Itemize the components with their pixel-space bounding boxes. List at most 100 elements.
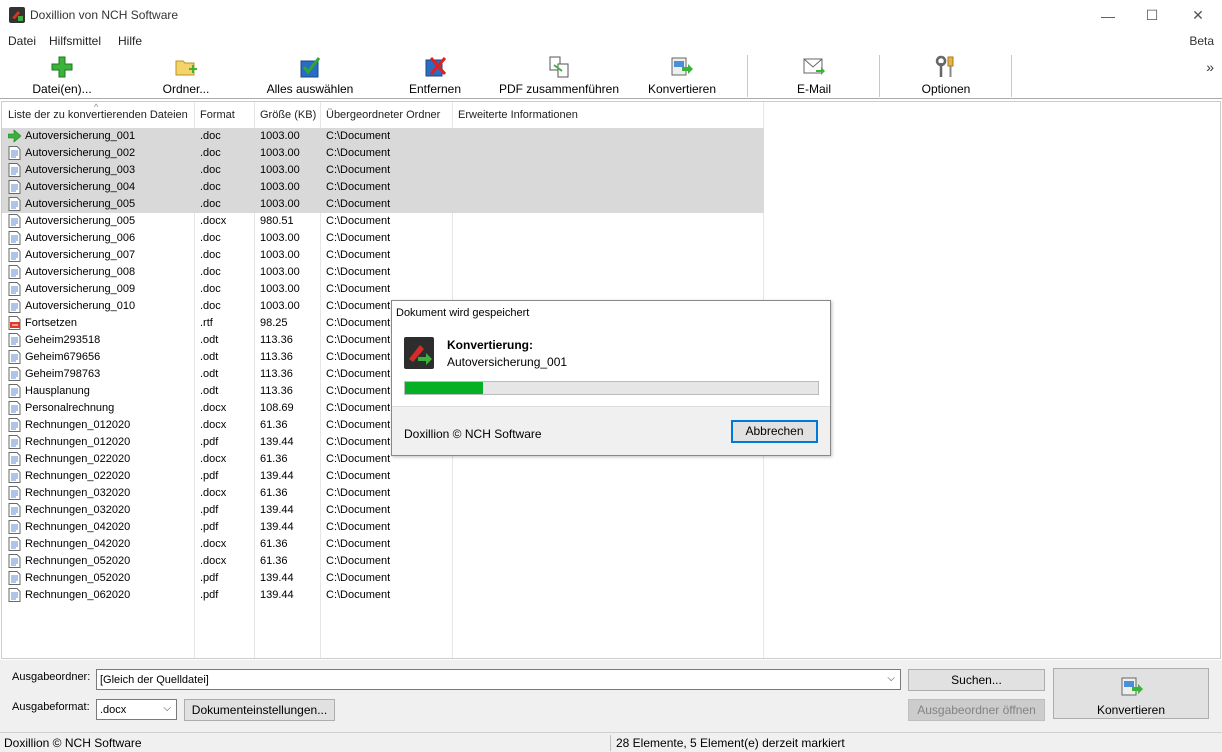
dialog-footer-text: Doxillion © NCH Software bbox=[404, 427, 542, 441]
table-row[interactable]: Rechnungen_052020 .docx 61.36 C:\Document bbox=[2, 553, 764, 570]
file-format-cell: .doc bbox=[200, 198, 221, 210]
table-row[interactable]: Autoversicherung_006 .doc 1003.00 C:\Docume… bbox=[2, 230, 764, 247]
file-name-cell: Rechnungen_062020 bbox=[25, 589, 131, 601]
table-row[interactable]: Autoversicherung_002 .doc 1003.00 C:\Docume… bbox=[2, 145, 764, 162]
folder-add-icon bbox=[175, 60, 197, 76]
file-name-cell: Rechnungen_022020 bbox=[25, 453, 131, 465]
file-folder-cell: C:\Document bbox=[326, 334, 391, 346]
table-row[interactable]: Rechnungen_022020 .pdf 139.44 C:\Document bbox=[2, 468, 764, 485]
table-row[interactable]: Autoversicherung_005 .docx 980.51 C:\Docume… bbox=[2, 213, 764, 230]
file-size-cell: 139.44 bbox=[260, 589, 294, 601]
toolbar-overflow-chevron-icon[interactable]: » bbox=[1206, 59, 1214, 75]
file-size-cell: 1003.00 bbox=[260, 198, 300, 210]
table-row[interactable]: Rechnungen_032020 .docx 61.36 C:\Document bbox=[2, 485, 764, 502]
table-row[interactable]: Autoversicherung_003 .doc 1003.00 C:\Docume… bbox=[2, 162, 764, 179]
table-row[interactable]: Rechnungen_052020 .pdf 139.44 C:\Document bbox=[2, 570, 764, 587]
file-size-cell: 61.36 bbox=[260, 487, 288, 499]
table-row[interactable]: Autoversicherung_001 .doc 1003.00 C:\Docume… bbox=[2, 128, 764, 145]
column-header-format[interactable]: Format bbox=[200, 109, 235, 121]
table-row[interactable]: Autoversicherung_009 .doc 1003.00 C:\Docume… bbox=[2, 281, 764, 298]
table-row[interactable]: Autoversicherung_005 .doc 1003.00 C:\Docume… bbox=[2, 196, 764, 213]
file-name-cell: Rechnungen_012020 bbox=[25, 419, 131, 431]
output-format-select[interactable]: .docx ⌵ bbox=[96, 699, 177, 720]
remove-button[interactable]: Entfernen bbox=[400, 51, 470, 97]
add-folder-label: Ordner... bbox=[162, 82, 210, 96]
file-name-cell: Autoversicherung_005 bbox=[25, 215, 136, 227]
column-header-extended-info[interactable]: Erweiterte Informationen bbox=[458, 109, 578, 121]
menu-datei[interactable]: Datei bbox=[8, 34, 36, 48]
close-button[interactable]: ✕ bbox=[1175, 0, 1221, 31]
options-button[interactable]: Optionen bbox=[912, 51, 980, 97]
file-name-cell: Autoversicherung_006 bbox=[25, 232, 136, 244]
beta-label: Beta bbox=[1189, 34, 1214, 48]
select-all-button[interactable]: Alles auswählen bbox=[262, 51, 358, 97]
file-folder-cell: C:\Document bbox=[326, 419, 391, 431]
output-folder-combo[interactable]: [Gleich der Quelldatei] ⌵ bbox=[96, 669, 901, 690]
rtf-icon bbox=[8, 316, 21, 330]
file-format-cell: .pdf bbox=[200, 589, 219, 601]
table-row[interactable]: Rechnungen_062020 .pdf 139.44 C:\Document bbox=[2, 587, 764, 604]
file-size-cell: 139.44 bbox=[260, 521, 294, 533]
file-name-cell: Rechnungen_052020 bbox=[25, 572, 131, 584]
file-name-cell: Geheim293518 bbox=[25, 334, 101, 346]
file-size-cell: 108.69 bbox=[260, 402, 294, 414]
file-size-cell: 61.36 bbox=[260, 419, 288, 431]
merge-pdf-button[interactable]: PDF zusammenführen bbox=[497, 51, 621, 97]
menu-hilfsmittel[interactable]: Hilfsmittel bbox=[49, 34, 101, 48]
file-folder-cell: C:\Document bbox=[326, 266, 391, 278]
cancel-button[interactable]: Abbrechen bbox=[731, 420, 818, 443]
convert-toolbar-button[interactable]: Konvertieren bbox=[643, 51, 721, 97]
file-folder-cell: C:\Document bbox=[326, 351, 391, 363]
file-format-cell: .docx bbox=[200, 453, 227, 465]
file-folder-cell: C:\Document bbox=[326, 164, 391, 176]
table-row[interactable]: Autoversicherung_004 .doc 1003.00 C:\Docume… bbox=[2, 179, 764, 196]
convert-button[interactable]: Konvertieren bbox=[1053, 668, 1209, 719]
toolbar-separator bbox=[879, 55, 880, 97]
chevron-down-icon: ⌵ bbox=[887, 673, 895, 684]
email-button[interactable]: E-Mail bbox=[782, 51, 846, 97]
file-folder-cell: C:\Document bbox=[326, 300, 391, 312]
file-folder-cell: C:\Document bbox=[326, 555, 391, 567]
file-folder-cell: C:\Document bbox=[326, 521, 391, 533]
chevron-down-icon: ⌵ bbox=[163, 703, 171, 714]
file-format-cell: .doc bbox=[200, 147, 221, 159]
file-folder-cell: C:\Document bbox=[326, 589, 391, 601]
add-files-button[interactable]: Datei(en)... bbox=[22, 51, 102, 97]
remove-icon bbox=[425, 57, 447, 77]
file-name-cell: Autoversicherung_004 bbox=[25, 181, 136, 193]
file-folder-cell: C:\Document bbox=[326, 181, 391, 193]
merge-pdf-label: PDF zusammenführen bbox=[498, 82, 620, 96]
column-header-size[interactable]: Größe (KB) bbox=[260, 109, 316, 121]
table-row[interactable]: Autoversicherung_007 .doc 1003.00 C:\Docume… bbox=[2, 247, 764, 264]
convert-icon bbox=[1121, 677, 1143, 696]
document-icon bbox=[8, 401, 21, 415]
table-row[interactable]: Rechnungen_032020 .pdf 139.44 C:\Document bbox=[2, 502, 764, 519]
column-header-filename[interactable]: Liste der zu konvertierenden Dateien bbox=[8, 109, 188, 121]
add-folder-button[interactable]: Ordner... bbox=[148, 51, 224, 97]
table-row[interactable]: Rechnungen_042020 .docx 61.36 C:\Document bbox=[2, 536, 764, 553]
minimize-button[interactable]: — bbox=[1085, 0, 1131, 31]
document-settings-button[interactable]: Dokumenteinstellungen... bbox=[184, 699, 335, 721]
file-name-cell: Rechnungen_032020 bbox=[25, 504, 131, 516]
file-folder-cell: C:\Document bbox=[326, 317, 391, 329]
file-format-cell: .docx bbox=[200, 215, 227, 227]
file-folder-cell: C:\Document bbox=[326, 147, 391, 159]
file-folder-cell: C:\Document bbox=[326, 436, 391, 448]
open-output-folder-button[interactable]: Ausgabeordner öffnen bbox=[908, 699, 1045, 721]
convert-toolbar-label: Konvertieren bbox=[647, 82, 717, 96]
search-button[interactable]: Suchen... bbox=[908, 669, 1045, 691]
menu-hilfe[interactable]: Hilfe bbox=[118, 34, 142, 48]
table-row[interactable]: Rechnungen_042020 .pdf 139.44 C:\Document bbox=[2, 519, 764, 536]
document-icon bbox=[8, 520, 21, 534]
column-header-parent-folder[interactable]: Übergeordneter Ordner bbox=[326, 109, 440, 121]
table-row[interactable]: Autoversicherung_008 .doc 1003.00 C:\Docume… bbox=[2, 264, 764, 281]
file-format-cell: .doc bbox=[200, 249, 221, 261]
status-bar: Doxillion © NCH Software 28 Elemente, 5 … bbox=[0, 732, 1222, 752]
file-format-cell: .doc bbox=[200, 232, 221, 244]
file-name-cell: Geheim679656 bbox=[25, 351, 101, 363]
file-name-cell: Autoversicherung_002 bbox=[25, 147, 136, 159]
status-selection-count: 28 Elemente, 5 Element(e) derzeit markie… bbox=[616, 736, 845, 750]
maximize-button[interactable]: ☐ bbox=[1129, 0, 1175, 31]
doxillion-app-icon bbox=[9, 7, 25, 23]
file-folder-cell: C:\Document bbox=[326, 249, 391, 261]
